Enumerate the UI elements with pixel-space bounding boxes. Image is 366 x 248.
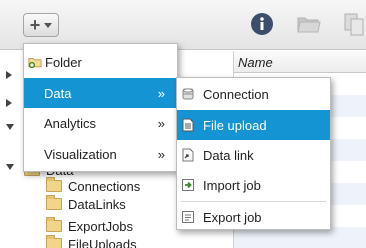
import-icon <box>182 179 194 191</box>
copy-icon[interactable] <box>344 12 366 38</box>
link-icon <box>182 148 194 162</box>
tree-item-connections[interactable]: Connections <box>46 177 140 195</box>
submenu-item-file-upload[interactable]: File upload <box>177 110 330 140</box>
tree-item-label: ExportJobs <box>68 218 134 234</box>
chevron-down-icon <box>44 22 53 28</box>
info-icon[interactable] <box>250 12 274 36</box>
database-icon <box>182 88 194 100</box>
menu-item-folder[interactable]: Folder <box>24 47 177 77</box>
submenu-item-label: Connection <box>203 86 269 102</box>
submenu-item-label: File upload <box>203 117 267 133</box>
tree-item-fileuploads[interactable]: FileUploads <box>46 235 137 248</box>
add-button[interactable]: + <box>23 13 59 37</box>
folder-icon[interactable] <box>296 12 322 36</box>
collapse-arrow-icon[interactable] <box>6 124 14 130</box>
expand-arrow-icon[interactable] <box>6 99 12 107</box>
menu-item-visualization[interactable]: Visualization » <box>24 139 177 169</box>
folder-icon <box>46 235 62 248</box>
folder-icon <box>46 177 62 192</box>
add-icon: + <box>29 15 41 35</box>
collapse-arrow-icon[interactable] <box>6 164 14 170</box>
column-header-name[interactable]: Name <box>234 51 366 73</box>
menu-item-data[interactable]: Data » <box>24 78 177 108</box>
menu-item-label: Visualization <box>44 146 117 162</box>
file-icon <box>182 118 194 132</box>
submenu-item-label: Import job <box>203 177 261 193</box>
submenu-item-export-job[interactable]: Export job <box>177 202 330 232</box>
menu-item-label: Data <box>44 85 72 101</box>
submenu-arrow-icon: » <box>157 115 165 131</box>
submenu-arrow-icon: » <box>157 85 165 101</box>
tree-item-label: Connections <box>68 178 141 194</box>
export-icon <box>182 211 194 223</box>
menu-item-label: Folder <box>45 54 82 70</box>
tree-item-label: FileUploads <box>68 236 137 248</box>
submenu-arrow-icon: » <box>157 146 165 162</box>
tree-item-exportjobs[interactable]: ExportJobs <box>46 217 133 235</box>
folder-icon <box>46 217 62 232</box>
folder-icon <box>46 195 62 210</box>
submenu-item-connection[interactable]: Connection <box>177 79 330 109</box>
submenu-item-import-job[interactable]: Import job <box>177 170 330 200</box>
submenu-item-label: Export job <box>203 209 262 225</box>
new-folder-icon <box>28 58 42 69</box>
tree-item-label: DataLinks <box>68 196 126 212</box>
submenu-item-data-link[interactable]: Data link <box>177 140 330 170</box>
new-item-menu: Folder Data » Analytics » Visualization … <box>23 43 178 172</box>
submenu-item-label: Data link <box>203 147 254 163</box>
expand-arrow-icon[interactable] <box>6 71 12 79</box>
menu-item-analytics[interactable]: Analytics » <box>24 108 177 138</box>
data-submenu: Connection File upload Data link Import … <box>176 77 331 230</box>
tree-item-datalinks[interactable]: DataLinks <box>46 195 126 213</box>
menu-item-label: Analytics <box>44 115 97 131</box>
